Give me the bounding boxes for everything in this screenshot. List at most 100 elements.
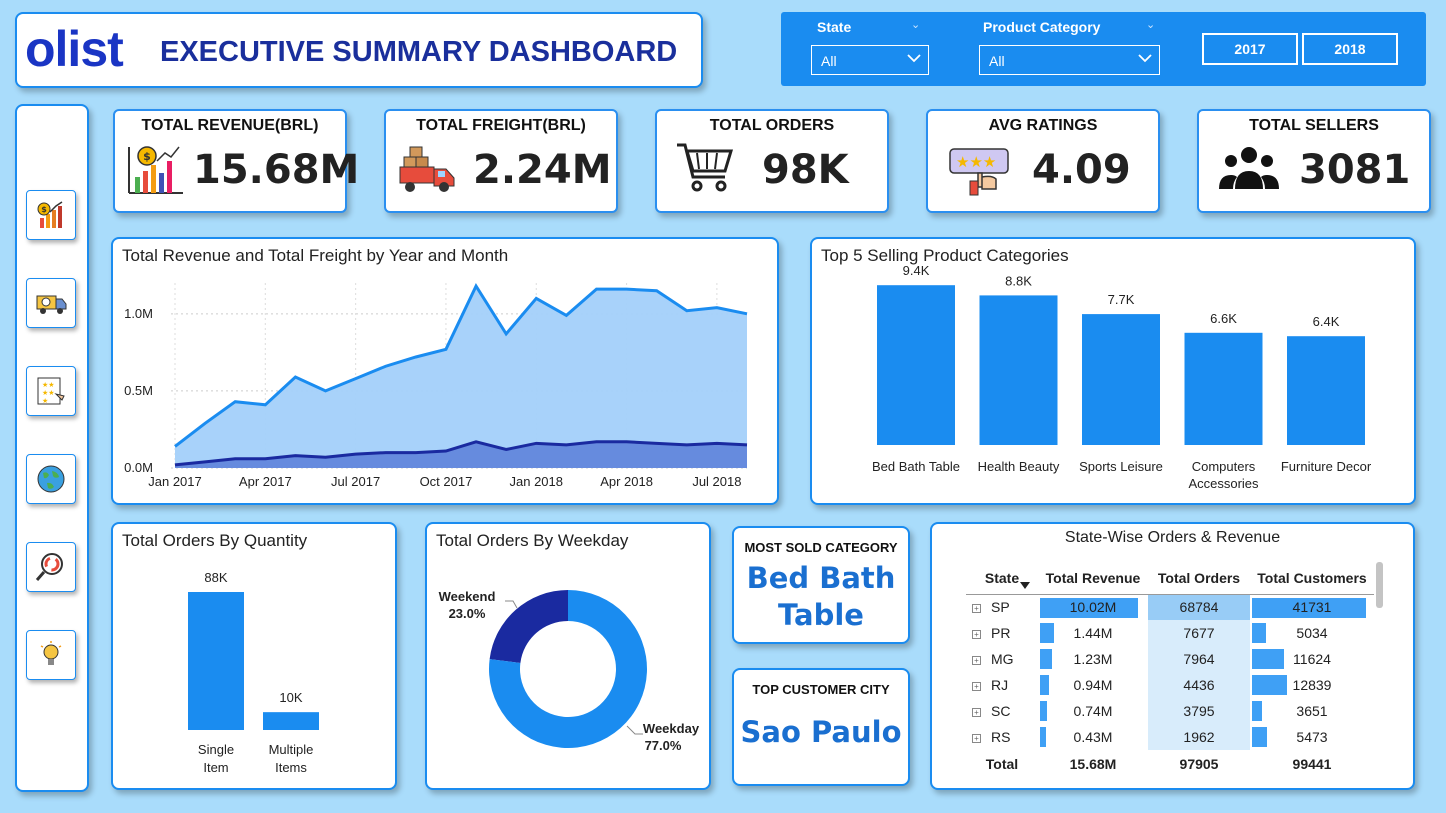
state-code: PR <box>991 625 1011 641</box>
x-tick-label: Jan 2018 <box>510 474 564 489</box>
category-filter-label: Product Category <box>983 19 1101 35</box>
expand-icon[interactable]: + <box>972 604 981 614</box>
delivery-truck-icon <box>399 146 455 192</box>
state-select-value: All <box>821 53 837 69</box>
customers-cell: 12839 <box>1250 672 1374 698</box>
col-total-revenue[interactable]: Total Revenue <box>1038 562 1148 595</box>
svg-text:$: $ <box>41 205 47 214</box>
table-row[interactable]: + RJ 0.94M 4436 12839 <box>966 672 1374 698</box>
customers-value: 5473 <box>1296 729 1328 745</box>
kpi-value: 15.68M <box>193 147 360 193</box>
category-chevron-icon[interactable]: ⌄ <box>1146 18 1155 31</box>
search-analytics-icon <box>35 553 63 581</box>
x-tick-label: Apr 2017 <box>239 474 292 489</box>
nav-analysis-button[interactable] <box>26 542 76 592</box>
title-box: olist EXECUTIVE SUMMARY DASHBOARD <box>15 12 703 88</box>
col-total-customers[interactable]: Total Customers <box>1250 562 1374 595</box>
table-row[interactable]: + SP 10.02M 68784 41731 <box>966 594 1374 620</box>
customers-value: 11624 <box>1293 651 1331 667</box>
customers-value: 5034 <box>1296 625 1328 641</box>
category-label: Items <box>275 760 307 775</box>
kpi-total-orders: TOTAL ORDERS 98K <box>655 109 889 213</box>
revenue-chart-icon: $ <box>37 201 63 228</box>
state-cell: + MG <box>966 646 1038 672</box>
category-label: Bed Bath Table <box>872 459 960 474</box>
nav-geography-button[interactable] <box>26 454 76 504</box>
orders-quantity-bar-chart: 88K Single Item 10K Multiple Items <box>188 570 319 775</box>
revenue-cell: 0.94M <box>1038 672 1148 698</box>
bar-data-label: 6.4K <box>1313 314 1340 329</box>
nav-insights-button[interactable] <box>26 630 76 680</box>
col-total-orders[interactable]: Total Orders <box>1148 562 1250 595</box>
y-tick-label: 0.5M <box>124 383 153 398</box>
top-categories-bar-chart: 9.4K Bed Bath Table 8.8K Health Beauty 7.7K S… <box>872 263 1372 491</box>
col-total-revenue-label: Total Revenue <box>1045 569 1141 586</box>
revenue-freight-panel: Total Revenue and Total Freight by Year … <box>111 237 779 505</box>
x-tick-label: Oct 2017 <box>420 474 473 489</box>
category-label: Furniture Decor <box>1281 459 1372 474</box>
category-label: Accessories <box>1188 476 1259 491</box>
expand-icon[interactable]: + <box>972 629 981 639</box>
customers-cell: 5473 <box>1250 724 1374 750</box>
orders-value: 3795 <box>1148 698 1250 724</box>
kpi-label: TOTAL FREIGHT(BRL) <box>416 117 586 134</box>
kpi-label: TOTAL REVENUE(BRL) <box>141 117 319 134</box>
revenue-cell: 0.43M <box>1038 724 1148 750</box>
orders-value: 7964 <box>1148 646 1250 672</box>
nav-freight-button[interactable] <box>26 278 76 328</box>
top-city-label: TOP CUSTOMER CITY <box>752 682 890 697</box>
x-tick-label: Jul 2018 <box>692 474 741 489</box>
expand-icon[interactable]: + <box>972 733 981 743</box>
table-row[interactable]: + RS 0.43M 1962 5473 <box>966 724 1374 750</box>
revenue-value: 0.94M <box>1073 677 1113 693</box>
state-select[interactable]: All <box>811 45 929 75</box>
category-label: Health Beauty <box>978 459 1060 474</box>
expand-icon[interactable]: + <box>972 707 981 717</box>
delivery-truck-icon <box>36 295 67 314</box>
weekday-percent: 77.0% <box>645 738 682 753</box>
most-sold-category-card: MOST SOLD CATEGORY Bed Bath Table <box>732 526 910 644</box>
olist-logo: olist <box>25 21 124 77</box>
customers-cell: 41731 <box>1250 594 1374 620</box>
table-scrollbar[interactable] <box>1376 562 1383 608</box>
shopping-cart-icon <box>677 143 734 192</box>
top-categories-panel: Top 5 Selling Product Categories 9.4K Bed… <box>810 237 1416 505</box>
donut-slice <box>489 590 568 663</box>
revenue-cell: 10.02M <box>1038 594 1148 620</box>
customers-value: 12839 <box>1292 677 1332 693</box>
expand-icon[interactable]: + <box>972 655 981 665</box>
most-sold-value-line1: Bed Bath <box>746 561 896 595</box>
total-revenue: 15.68M <box>1069 756 1117 772</box>
nav-revenue-button[interactable]: $ <box>26 190 76 240</box>
revenue-value: 0.43M <box>1073 729 1113 745</box>
state-code: SC <box>991 703 1011 719</box>
year-2017-button[interactable]: 2017 <box>1202 33 1298 65</box>
revenue-cell: 1.23M <box>1038 646 1148 672</box>
customers-value: 3651 <box>1296 703 1328 719</box>
users-group-icon <box>1219 147 1279 189</box>
state-table: State Total Revenue Total Orders Total C… <box>966 562 1374 778</box>
revenue-value: 0.74M <box>1073 703 1113 719</box>
kpi-label: TOTAL SELLERS <box>1249 117 1379 134</box>
table-row[interactable]: + SC 0.74M 3795 3651 <box>966 698 1374 724</box>
rating-stars-icon: ★★★ <box>949 148 1009 196</box>
state-chevron-icon[interactable]: ⌄ <box>911 18 920 31</box>
orders-value: 68784 <box>1148 594 1250 620</box>
category-select[interactable]: All <box>979 45 1160 75</box>
state-dropdown-icon <box>906 50 922 69</box>
filter-bar: State ⌄ All Product Category ⌄ All 2017 … <box>781 12 1426 86</box>
state-table-title: State-Wise Orders & Revenue <box>1064 529 1281 546</box>
most-sold-value-line2: Table <box>778 598 864 632</box>
x-tick-label: Jul 2017 <box>331 474 380 489</box>
total-customers: 99441 <box>1292 756 1332 772</box>
sort-descending-icon[interactable] <box>1020 582 1030 590</box>
nav-ratings-button[interactable]: ★★ ★★ ★ <box>26 366 76 416</box>
kpi-avg-ratings: AVG RATINGS ★★★ 4.09 <box>926 109 1160 213</box>
table-row[interactable]: + PR 1.44M 7677 5034 <box>966 620 1374 646</box>
year-2018-button[interactable]: 2018 <box>1302 33 1398 65</box>
category-bar <box>1184 332 1263 445</box>
table-row[interactable]: + MG 1.23M 7964 11624 <box>966 646 1374 672</box>
svg-text:★: ★ <box>42 397 48 405</box>
expand-icon[interactable]: + <box>972 681 981 691</box>
orders-value: 7677 <box>1148 620 1250 646</box>
